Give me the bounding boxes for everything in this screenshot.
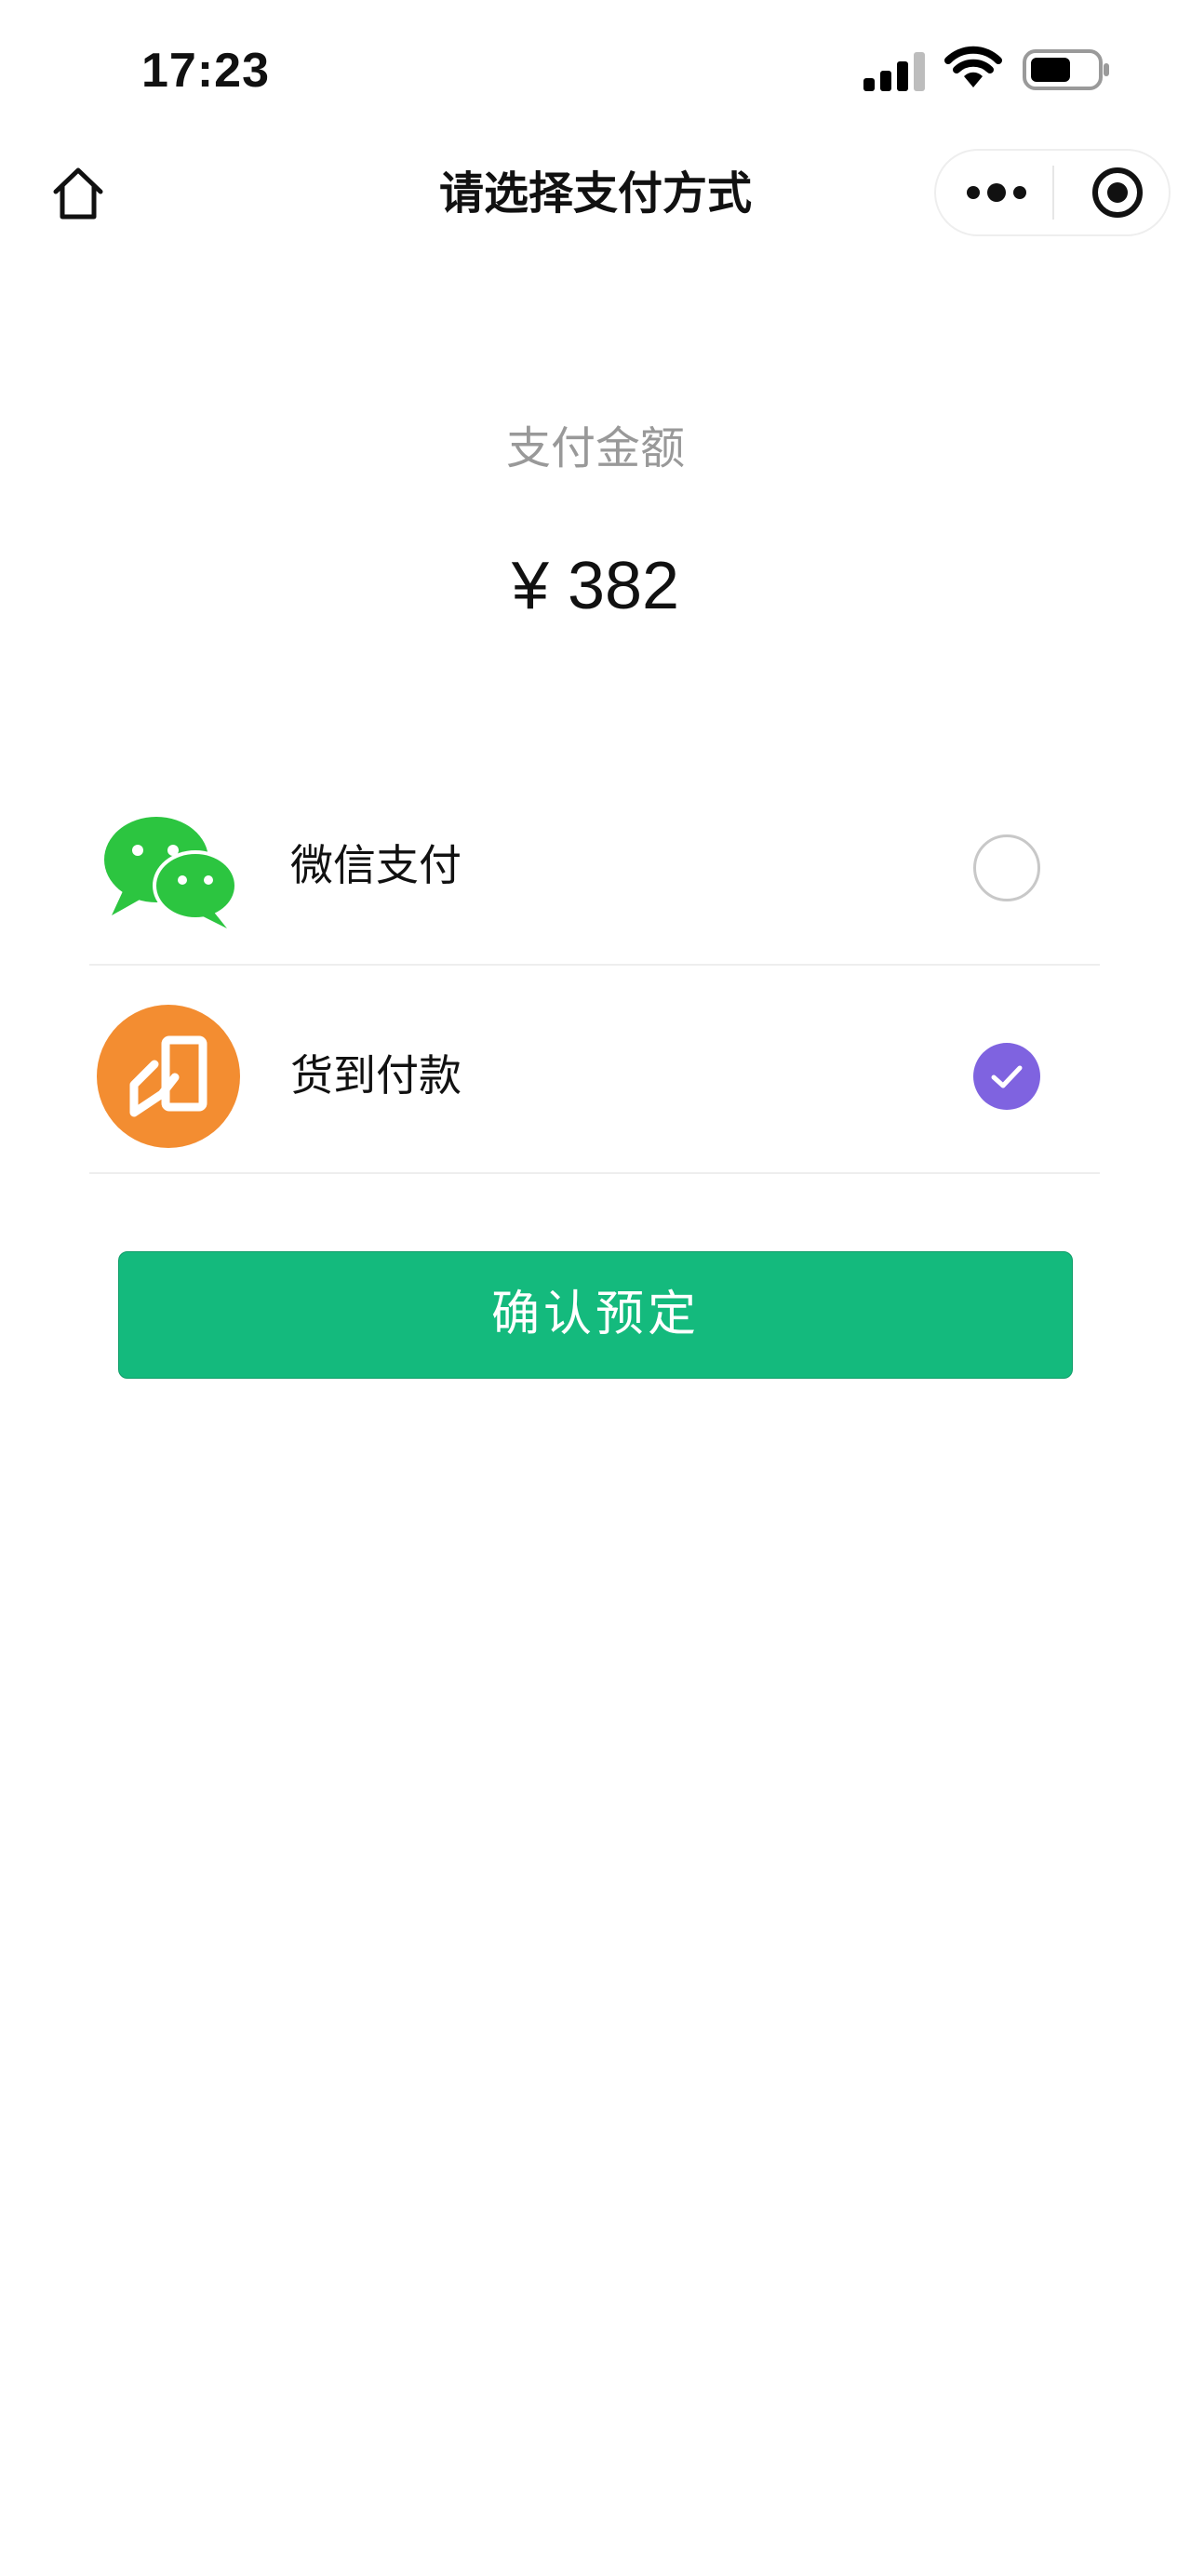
radio-wechat[interactable] xyxy=(973,834,1040,901)
row-divider xyxy=(89,1172,1100,1174)
wifi-icon xyxy=(944,46,1002,87)
checkmark-icon xyxy=(991,1065,1023,1088)
signal-icon xyxy=(863,52,925,91)
capsule-divider xyxy=(1052,166,1054,220)
radio-cod-checked[interactable] xyxy=(973,1043,1040,1110)
amount-value: ¥ 382 xyxy=(511,549,680,623)
payment-label-cod: 货到付款 xyxy=(290,1050,462,1101)
cash-on-delivery-icon xyxy=(97,1005,240,1148)
status-time: 17:23 xyxy=(141,44,270,98)
payment-option-cod[interactable] xyxy=(89,966,1100,1174)
target-close-icon[interactable] xyxy=(1089,164,1146,221)
confirm-booking-button[interactable]: 确认预定 xyxy=(118,1251,1073,1379)
payment-label-wechat: 微信支付 xyxy=(290,840,462,890)
more-dots-icon[interactable] xyxy=(964,171,1029,214)
amount-label: 支付金额 xyxy=(505,422,685,474)
battery-icon xyxy=(1023,49,1109,90)
payment-option-wechat[interactable] xyxy=(89,767,1100,975)
wechat-pay-icon xyxy=(104,817,238,928)
